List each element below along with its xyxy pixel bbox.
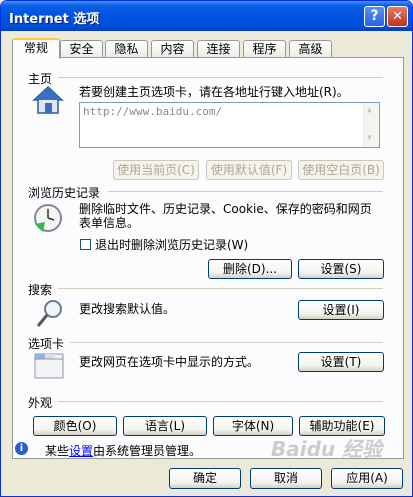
home-url-scrollbar[interactable]: ▲ ▼: [363, 103, 379, 147]
ok-button[interactable]: 确定: [169, 468, 241, 489]
cancel-button[interactable]: 取消: [250, 468, 322, 489]
tab-programs[interactable]: 程序: [243, 40, 286, 57]
tab-general[interactable]: 常规: [12, 38, 60, 59]
search-magnifier-icon: [36, 300, 62, 327]
close-button[interactable]: ✕: [387, 6, 408, 27]
search-description: 更改搜索默认值。: [79, 302, 176, 316]
info-prefix: 某些: [45, 444, 70, 458]
use-current-button[interactable]: 使用当前页(C): [113, 160, 199, 180]
managed-settings-notice: 某些设置由系统管理员管理。: [45, 442, 201, 459]
history-clock-icon: [34, 204, 62, 232]
search-section-label: 搜索: [28, 283, 53, 297]
tab-privacy[interactable]: 隐私: [105, 40, 148, 57]
home-divider: [58, 77, 383, 78]
info-suffix: 由系统管理员管理。: [93, 444, 202, 458]
baidu-watermark: Baidu 经验: [271, 437, 383, 461]
settings-link[interactable]: 设置: [69, 444, 93, 458]
window-title: Internet 选项: [9, 12, 100, 27]
title-bar[interactable]: Internet 选项 ? ✕: [1, 1, 412, 31]
scroll-up-icon[interactable]: ▲: [367, 105, 372, 114]
history-description-line2: 表单信息。: [79, 216, 140, 230]
general-tab-panel: 主页 若要创建主页选项卡，请在各地址行键入地址(R)。 http://www.b…: [12, 57, 404, 459]
tabs-settings-button[interactable]: 设置(T): [298, 352, 384, 372]
home-icon: [32, 85, 64, 114]
history-settings-button[interactable]: 设置(S): [298, 259, 384, 279]
use-blank-button[interactable]: 使用空白页(B): [298, 160, 384, 180]
history-section-label: 浏览历史记录: [28, 186, 101, 200]
appearance-section-label: 外观: [28, 396, 53, 410]
search-divider: [58, 288, 383, 289]
appearance-divider: [58, 401, 383, 402]
scroll-down-icon[interactable]: ▼: [367, 133, 372, 142]
internet-options-dialog: Internet 选项 ? ✕ 常规 安全 隐私 内容 连接 程序 高级 主页 …: [0, 0, 413, 497]
use-default-button[interactable]: 使用默认值(F): [206, 160, 292, 180]
colors-button[interactable]: 颜色(O): [33, 416, 117, 436]
tab-security[interactable]: 安全: [60, 40, 103, 57]
home-url-value: http://www.baidu.com/: [83, 105, 223, 118]
search-settings-button[interactable]: 设置(I): [298, 300, 384, 320]
home-url-textarea[interactable]: http://www.baidu.com/ ▲ ▼: [79, 102, 380, 148]
tabs-window-icon: [34, 353, 64, 379]
tabs-divider: [70, 342, 383, 343]
delete-history-on-exit-checkbox[interactable]: [80, 239, 91, 250]
tab-content[interactable]: 内容: [151, 40, 194, 57]
history-description-line1: 删除临时文件、历史记录、Cookie、保存的密码和网页: [79, 202, 372, 216]
delete-history-button[interactable]: 删除(D)...: [208, 259, 292, 279]
home-description: 若要创建主页选项卡，请在各地址行键入地址(R)。: [79, 85, 349, 99]
tabs-description: 更改网页在选项卡中显示的方式。: [79, 355, 260, 369]
languages-button[interactable]: 语言(L): [123, 416, 207, 436]
tab-advanced[interactable]: 高级: [289, 40, 332, 57]
tab-connections[interactable]: 连接: [197, 40, 240, 57]
help-button[interactable]: ?: [364, 6, 385, 27]
apply-button[interactable]: 应用(A): [331, 468, 403, 489]
history-divider: [108, 191, 383, 192]
delete-history-on-exit-label[interactable]: 退出时删除浏览历史记录(W): [95, 238, 248, 252]
info-icon: i: [15, 442, 28, 455]
